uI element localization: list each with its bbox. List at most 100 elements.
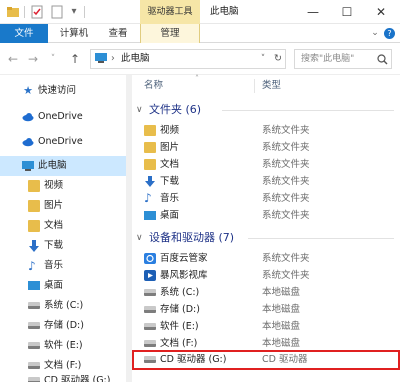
list-item[interactable]: 下载 系统文件夹: [132, 173, 400, 190]
nav-item-label: 文档: [44, 220, 64, 231]
list-item[interactable]: 系统 (C:) 本地磁盘: [132, 284, 400, 301]
list-item-cd-drive[interactable]: CD 驱动器 (G:) CD 驱动器: [132, 350, 400, 370]
group-divider: [248, 238, 394, 239]
computer-icon: [22, 160, 34, 172]
nav-item-onedrive-2[interactable]: OneDrive: [0, 132, 127, 152]
up-button[interactable]: ↑: [66, 51, 84, 67]
list-item[interactable]: 图片 系统文件夹: [132, 139, 400, 156]
item-name: 文档: [160, 159, 180, 170]
toolbar-divider: [24, 6, 25, 18]
drive-icon: [144, 306, 156, 313]
nav-item-cd-drive[interactable]: CD 驱动器 (G:): [0, 371, 127, 382]
expand-ribbon-icon[interactable]: ⌄: [370, 28, 380, 39]
drive-icon: [144, 323, 156, 330]
column-header-type[interactable]: 类型: [262, 77, 281, 95]
address-bar[interactable]: › 此电脑 ˅ ↻: [90, 49, 286, 69]
nav-item-drive-c[interactable]: 系统 (C:): [0, 296, 127, 316]
drive-icon: [144, 340, 156, 347]
list-item[interactable]: 桌面 系统文件夹: [132, 207, 400, 224]
maximize-button[interactable]: ☐: [330, 0, 364, 24]
list-item[interactable]: 暴风影视库 系统文件夹: [132, 267, 400, 284]
navigation-pane: ★ 快速访问 OneDrive OneDrive 此电脑 视频 图片 文档 下载: [0, 75, 128, 382]
list-item[interactable]: 软件 (E:) 本地磁盘: [132, 318, 400, 335]
item-name: 图片: [160, 142, 180, 153]
close-button[interactable]: ✕: [364, 0, 398, 24]
downloads-icon: [144, 176, 156, 187]
recent-locations-button[interactable]: ˅: [44, 51, 62, 67]
new-folder-icon[interactable]: [50, 5, 64, 19]
nav-item-label: 存储 (D:): [44, 320, 84, 331]
desktop-icon: [144, 210, 156, 221]
nav-item-videos[interactable]: 视频: [0, 176, 127, 196]
item-type: CD 驱动器: [262, 354, 308, 365]
item-name: 存储 (D:): [160, 304, 200, 315]
cd-drive-icon: [28, 377, 40, 382]
pictures-folder-icon: [144, 142, 156, 153]
search-icon[interactable]: [377, 54, 388, 65]
nav-item-label: 此电脑: [38, 160, 67, 171]
column-header-name[interactable]: 名称: [144, 77, 163, 95]
properties-icon[interactable]: [30, 5, 44, 19]
drive-icon: [28, 302, 40, 309]
nav-item-pictures[interactable]: 图片: [0, 196, 127, 216]
nav-item-drive-e[interactable]: 软件 (E:): [0, 336, 127, 356]
drive-icon: [28, 322, 40, 329]
nav-item-label: 下载: [44, 240, 64, 251]
column-separator[interactable]: [254, 79, 255, 93]
item-type: 本地磁盘: [262, 321, 301, 332]
tab-view[interactable]: 查看: [100, 24, 136, 43]
help-icon[interactable]: ?: [384, 28, 395, 39]
drive-icon: [144, 289, 156, 296]
nav-item-label: OneDrive: [38, 136, 83, 147]
forward-button[interactable]: →: [24, 51, 42, 67]
storm-video-icon: [144, 270, 156, 281]
nav-item-label: 快速访问: [38, 85, 77, 96]
item-type: 系统文件夹: [262, 176, 310, 187]
tab-file[interactable]: 文件: [0, 24, 48, 43]
pictures-folder-icon: [28, 200, 40, 212]
folder-icon[interactable]: [6, 5, 20, 19]
nav-item-quick-access[interactable]: ★ 快速访问: [0, 81, 127, 101]
nav-item-downloads[interactable]: 下载: [0, 236, 127, 256]
search-input[interactable]: 搜索"此电脑": [294, 49, 392, 69]
item-type: 本地磁盘: [262, 287, 301, 298]
tab-manage[interactable]: 管理: [140, 24, 200, 43]
nav-item-music[interactable]: ♪ 音乐: [0, 256, 127, 276]
group-folders[interactable]: ∨ 文件夹 (6): [136, 101, 396, 119]
item-type: 系统文件夹: [262, 253, 310, 264]
address-dropdown-icon[interactable]: ˅: [257, 50, 269, 68]
videos-folder-icon: [144, 125, 156, 136]
nav-item-label: 音乐: [44, 260, 64, 271]
item-name: 视频: [160, 125, 180, 136]
nav-item-onedrive[interactable]: OneDrive: [0, 107, 127, 127]
minimize-button[interactable]: —: [296, 0, 330, 24]
sort-indicator-icon: ˄: [195, 74, 199, 83]
list-item[interactable]: 存储 (D:) 本地磁盘: [132, 301, 400, 318]
cd-drive-icon: [144, 356, 156, 363]
videos-folder-icon: [28, 180, 40, 192]
list-item[interactable]: 百度云管家 系统文件夹: [132, 250, 400, 267]
nav-item-label: 视频: [44, 180, 64, 191]
column-headers: ˄ 名称 类型: [132, 75, 400, 97]
refresh-button[interactable]: ↻: [271, 50, 285, 68]
group-devices-and-drives[interactable]: ∨ 设备和驱动器 (7): [136, 229, 396, 247]
back-button[interactable]: ←: [4, 51, 22, 67]
nav-item-desktop[interactable]: 桌面: [0, 276, 127, 296]
nav-item-documents[interactable]: 文档: [0, 216, 127, 236]
item-name: 音乐: [160, 193, 180, 204]
nav-item-this-pc[interactable]: 此电脑: [0, 156, 127, 176]
list-item[interactable]: ♪ 音乐 系统文件夹: [132, 190, 400, 207]
chevron-down-icon: ∨: [136, 105, 143, 115]
list-item[interactable]: 文档 系统文件夹: [132, 156, 400, 173]
list-item[interactable]: 视频 系统文件夹: [132, 122, 400, 139]
breadcrumb[interactable]: 此电脑: [121, 50, 150, 68]
onedrive-icon: [22, 136, 34, 148]
onedrive-icon: [22, 111, 34, 123]
tab-computer[interactable]: 计算机: [52, 24, 96, 43]
item-type: 系统文件夹: [262, 210, 310, 221]
nav-item-label: 桌面: [44, 280, 64, 291]
nav-item-drive-d[interactable]: 存储 (D:): [0, 316, 127, 336]
item-type: 系统文件夹: [262, 270, 310, 281]
customize-toolbar-icon[interactable]: ▾: [68, 5, 80, 19]
breadcrumb-separator: ›: [111, 53, 115, 64]
